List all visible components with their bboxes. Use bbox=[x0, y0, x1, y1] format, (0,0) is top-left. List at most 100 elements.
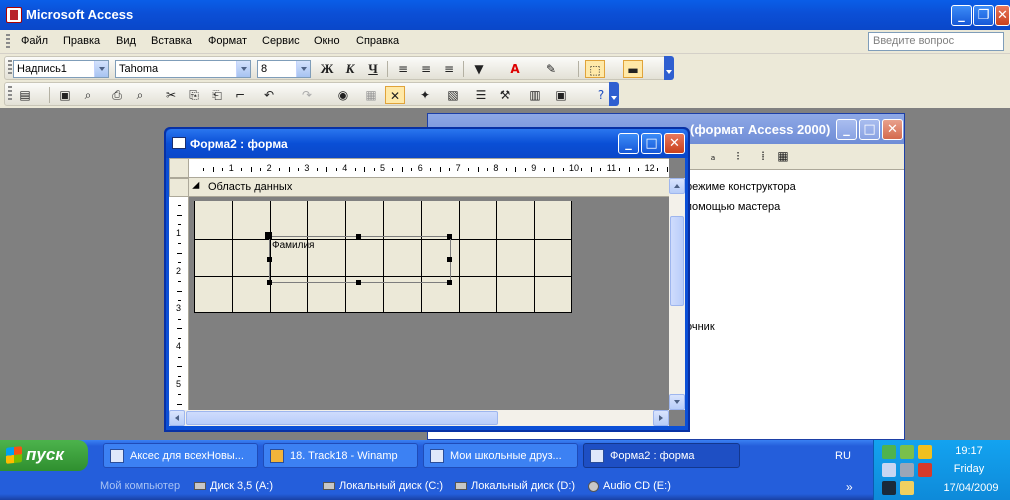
scroll-up-button[interactable] bbox=[669, 178, 685, 194]
code-icon[interactable]: ▧ bbox=[443, 86, 463, 104]
taskbar-item-form[interactable]: Форма2 : форма bbox=[583, 443, 740, 468]
resize-handle[interactable] bbox=[267, 257, 272, 262]
form-minimize-button[interactable]: _ bbox=[618, 133, 639, 154]
horizontal-ruler[interactable]: 1 2 3 4 5 6 7 8 9 10 11 12 bbox=[189, 158, 669, 178]
drive-d[interactable]: Локальный диск (D:) bbox=[455, 480, 575, 492]
menu-help[interactable]: Справка bbox=[356, 35, 399, 47]
form-icon[interactable] bbox=[172, 137, 186, 149]
alert-icon[interactable] bbox=[918, 463, 932, 477]
new-object-icon[interactable]: ▣ bbox=[551, 86, 571, 104]
horizontal-scroll-thumb[interactable] bbox=[186, 411, 498, 425]
fill-color-icon[interactable]: ▼ bbox=[469, 60, 489, 78]
list-item[interactable]: помощью мастера bbox=[686, 201, 780, 213]
taskbar-item-word[interactable]: Аксес для всехНовы... bbox=[103, 443, 258, 468]
search-file-icon[interactable]: ⌕ bbox=[78, 86, 98, 104]
view-list-icon[interactable]: ⁞ bbox=[753, 147, 773, 165]
form-close-button[interactable]: ✕ bbox=[664, 133, 685, 154]
list-item[interactable]: очник bbox=[686, 321, 715, 333]
toolbar-grip[interactable] bbox=[8, 60, 12, 76]
vertical-ruler[interactable]: 1 2 3 4 5 bbox=[169, 178, 189, 410]
db-maximize-button[interactable]: □ bbox=[859, 119, 880, 140]
vertical-scroll-thumb[interactable] bbox=[670, 216, 684, 306]
special-effect-icon[interactable]: ▬ bbox=[623, 60, 643, 78]
builder-icon[interactable]: ⚒ bbox=[495, 86, 515, 104]
antivirus-icon[interactable] bbox=[900, 445, 914, 459]
access-app-icon[interactable] bbox=[6, 7, 22, 23]
form-window-titlebar[interactable]: Форма2 : форма _ □ ✕ bbox=[166, 129, 688, 158]
my-computer-label[interactable]: Мой компьютер bbox=[100, 480, 180, 492]
close-button[interactable]: ✕ bbox=[995, 5, 1010, 26]
line-width-icon[interactable]: ⬚ bbox=[585, 60, 605, 78]
vertical-scrollbar[interactable] bbox=[669, 178, 685, 410]
print-icon[interactable]: ⎙ bbox=[107, 86, 127, 104]
scroll-left-button[interactable] bbox=[169, 410, 185, 426]
message-icon[interactable] bbox=[900, 481, 914, 495]
resize-handle[interactable] bbox=[356, 234, 361, 239]
resize-handle[interactable] bbox=[356, 280, 361, 285]
detail-section-grid[interactable]: Фамилия bbox=[194, 201, 572, 313]
properties-icon[interactable]: ☰ bbox=[471, 86, 491, 104]
maximize-button[interactable]: ❐ bbox=[973, 5, 994, 26]
menu-grip[interactable] bbox=[6, 34, 10, 50]
language-indicator[interactable]: RU bbox=[835, 450, 851, 462]
display-icon[interactable] bbox=[882, 463, 896, 477]
help-question-input[interactable]: Введите вопрос bbox=[868, 32, 1004, 51]
size-combo[interactable]: 8 bbox=[257, 60, 311, 78]
chevron-down-icon[interactable] bbox=[296, 61, 310, 77]
object-combo[interactable]: Надпись1 bbox=[13, 60, 109, 78]
menu-insert[interactable]: Вставка bbox=[151, 35, 192, 47]
toolbar-options-icon[interactable] bbox=[664, 56, 674, 80]
font-color-icon[interactable]: A bbox=[505, 60, 525, 78]
menu-view[interactable]: Вид bbox=[116, 35, 136, 47]
chevron-down-icon[interactable] bbox=[94, 61, 108, 77]
toolbar-grip[interactable] bbox=[8, 86, 12, 102]
taskbar-item-folder[interactable]: Мои школьные друз... bbox=[423, 443, 578, 468]
align-right-icon[interactable]: ≡ bbox=[439, 60, 459, 78]
section-selector[interactable] bbox=[169, 178, 189, 197]
security-shield-icon[interactable] bbox=[918, 445, 932, 459]
resize-handle[interactable] bbox=[447, 257, 452, 262]
toolbox-icon[interactable]: ✕ bbox=[385, 86, 405, 104]
taskbar-item-winamp[interactable]: 18. Track18 - Winamp bbox=[263, 443, 418, 468]
drive-a[interactable]: Диск 3,5 (A:) bbox=[194, 480, 273, 492]
form-maximize-button[interactable]: □ bbox=[641, 133, 662, 154]
menu-tools[interactable]: Сервис bbox=[262, 35, 300, 47]
line-color-icon[interactable]: ✎ bbox=[541, 60, 561, 78]
menu-format[interactable]: Формат bbox=[208, 35, 247, 47]
resize-handle[interactable] bbox=[447, 280, 452, 285]
form-selector[interactable] bbox=[169, 158, 189, 178]
resize-handle[interactable] bbox=[447, 234, 452, 239]
autoformat-icon[interactable]: ✦ bbox=[415, 86, 435, 104]
start-button[interactable]: пуск bbox=[0, 440, 88, 471]
menu-window[interactable]: Окно bbox=[314, 35, 340, 47]
field-list-icon[interactable]: ▦ bbox=[361, 86, 381, 104]
view-details-icon[interactable]: ▦ bbox=[773, 147, 793, 165]
horizontal-scrollbar[interactable] bbox=[169, 410, 669, 426]
scroll-down-button[interactable] bbox=[669, 394, 685, 410]
redo-icon[interactable]: ↷ bbox=[297, 86, 317, 104]
underline-button[interactable]: Ч bbox=[363, 60, 383, 78]
italic-button[interactable]: К bbox=[340, 60, 360, 78]
view-icon[interactable]: ▤ bbox=[15, 86, 35, 104]
font-combo[interactable]: Tahoma bbox=[115, 60, 251, 78]
menu-file[interactable]: Файл bbox=[21, 35, 48, 47]
view-large-icons-icon[interactable]: ₐ bbox=[703, 147, 723, 165]
align-left-icon[interactable]: ≡ bbox=[393, 60, 413, 78]
list-item[interactable]: режиме конструктора bbox=[686, 181, 796, 193]
db-close-button[interactable]: ✕ bbox=[882, 119, 903, 140]
resize-handle[interactable] bbox=[267, 280, 272, 285]
show-more-icon[interactable]: » bbox=[846, 480, 853, 494]
db-minimize-button[interactable]: _ bbox=[836, 119, 857, 140]
clock-time[interactable]: 19:17 bbox=[934, 445, 1004, 457]
monitor-icon[interactable] bbox=[882, 481, 896, 495]
menu-edit[interactable]: Правка bbox=[63, 35, 100, 47]
network-icon[interactable] bbox=[882, 445, 896, 459]
chevron-down-icon[interactable] bbox=[236, 61, 250, 77]
save-icon[interactable]: ▣ bbox=[55, 86, 75, 104]
format-painter-icon[interactable]: ⌐ bbox=[230, 86, 250, 104]
print-preview-icon[interactable]: ⌕ bbox=[130, 86, 150, 104]
paste-icon[interactable]: ⎗ bbox=[207, 86, 227, 104]
cut-icon[interactable]: ✂ bbox=[161, 86, 181, 104]
scroll-right-button[interactable] bbox=[653, 410, 669, 426]
toolbar-options-icon[interactable] bbox=[609, 82, 619, 106]
